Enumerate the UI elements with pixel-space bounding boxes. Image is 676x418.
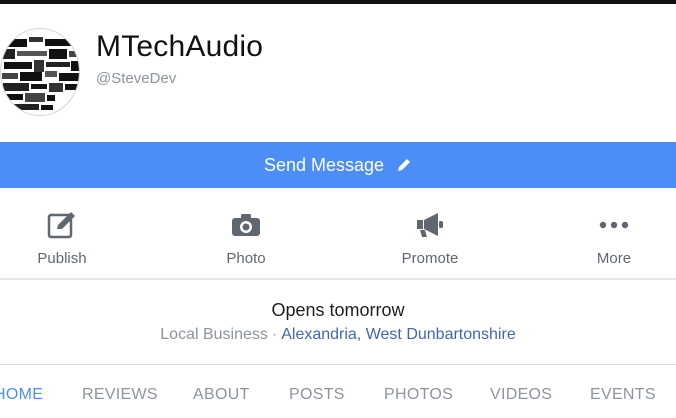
megaphone-icon (416, 210, 444, 240)
camera-icon (231, 210, 261, 240)
collage-image (1, 29, 79, 115)
page-title: MTechAudio (96, 30, 264, 63)
more-dots-icon (599, 210, 629, 240)
send-message-button[interactable]: Send Message (0, 142, 676, 188)
opening-hours: Opens tomorrow (271, 300, 405, 320)
change-photo-badge[interactable] (45, 113, 75, 115)
page-username: @SteveDev (96, 70, 177, 87)
category-location-row: Local Business · Alexandria, West Dunbarto… (0, 326, 676, 344)
publish-button[interactable]: Publish (12, 210, 112, 267)
tab-videos[interactable]: VIDEOS (490, 386, 552, 404)
photo-label: Photo (226, 250, 266, 267)
action-bar: Publish Photo Promote More (0, 188, 676, 280)
page-header: MTechAudio @SteveDev (0, 4, 676, 141)
promote-label: Promote (401, 250, 459, 267)
page-info: Opens tomorrow Local Business · Alexandria… (0, 282, 676, 365)
more-button[interactable]: More (564, 210, 664, 267)
tab-photos[interactable]: PHOTOS (384, 386, 453, 404)
send-message-label: Send Message (263, 154, 385, 175)
profile-picture[interactable] (0, 28, 80, 116)
photo-button[interactable]: Photo (196, 210, 296, 267)
separator-dot: · (271, 326, 278, 343)
tab-posts[interactable]: POSTS (289, 386, 345, 404)
more-label: More (596, 250, 632, 267)
page-tabs: HOME REVIEWS ABOUT POSTS PHOTOS VIDEOS E… (0, 366, 676, 418)
location-link[interactable]: Alexandria, West Dunbartonshire (281, 326, 516, 343)
promote-button[interactable]: Promote (380, 210, 480, 267)
pencil-icon (396, 157, 412, 173)
tab-reviews[interactable]: REVIEWS (82, 386, 158, 404)
tab-about[interactable]: ABOUT (193, 386, 250, 404)
edit-icon (47, 210, 77, 240)
business-category: Local Business (160, 326, 268, 343)
page-frame: MTechAudio @SteveDev Send Message Publis… (0, 0, 676, 418)
publish-label: Publish (37, 250, 87, 267)
tab-events[interactable]: EVENTS (590, 386, 656, 404)
tab-home[interactable]: HOME (0, 386, 43, 404)
